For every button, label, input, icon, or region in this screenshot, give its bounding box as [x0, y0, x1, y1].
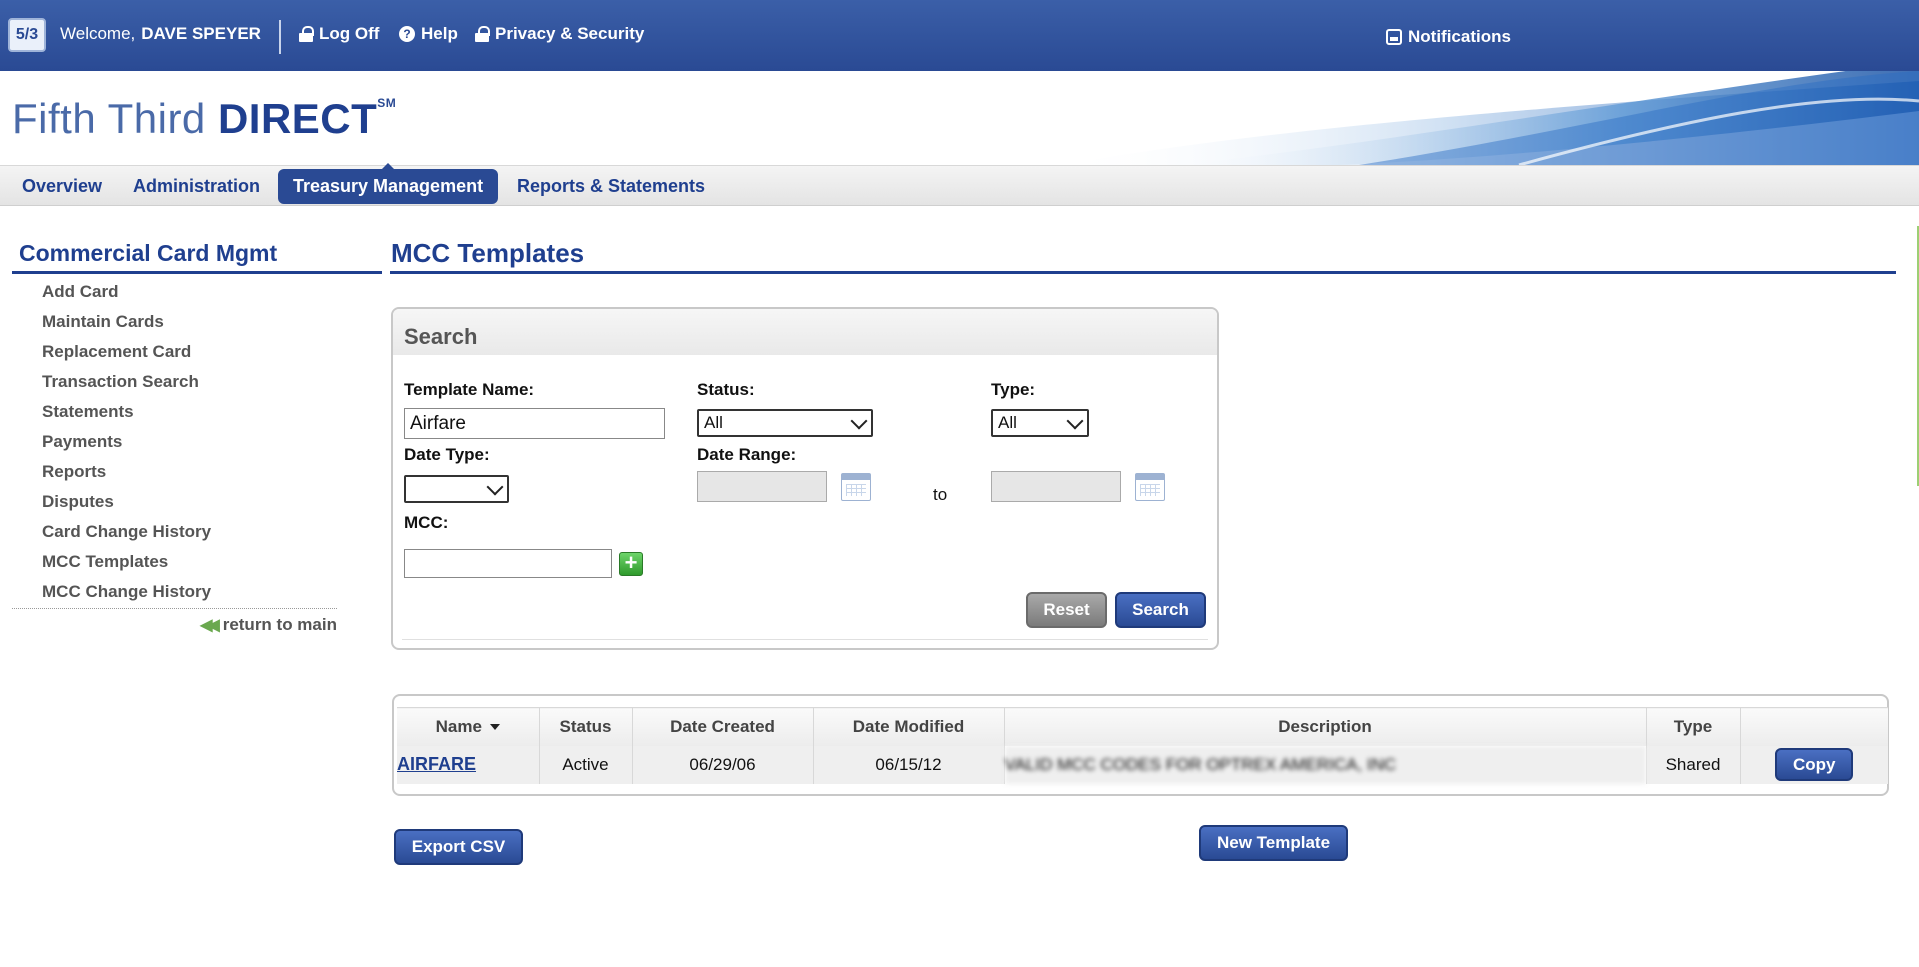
welcome-message: Welcome, DAVE SPEYER: [60, 24, 261, 44]
date-range-label: Date Range:: [697, 445, 797, 464]
sidebar: Commercial Card Mgmt Add Card Maintain C…: [12, 238, 382, 635]
search-panel: Search Template Name: Status: All Type: …: [391, 307, 1219, 650]
sidebar-item-mcc-change-history[interactable]: MCC Change History: [12, 577, 382, 607]
search-button[interactable]: Search: [1115, 592, 1206, 628]
notifications-link[interactable]: Notifications: [1386, 27, 1511, 47]
table-header-row: Name Status Date Created Date Modified D…: [397, 707, 1888, 746]
column-header-date-modified: Date Modified: [813, 707, 1005, 746]
column-header-status: Status: [539, 707, 633, 746]
main-nav: Overview Administration Treasury Managem…: [0, 163, 1919, 206]
lock-icon: [299, 26, 314, 42]
search-panel-heading: Search: [393, 309, 1217, 355]
tab-overview[interactable]: Overview: [7, 169, 117, 204]
add-mcc-plus-icon[interactable]: +: [619, 552, 643, 576]
type-select-value: All: [998, 413, 1017, 432]
logoff-link[interactable]: Log Off: [299, 24, 379, 44]
user-name: DAVE SPEYER: [141, 24, 261, 43]
top-bar-divider: [279, 20, 281, 54]
new-template-button[interactable]: New Template: [1199, 825, 1348, 861]
cell-date-modified: 06/15/12: [813, 745, 1005, 784]
cell-action: Copy: [1740, 745, 1888, 784]
template-name-label: Template Name:: [404, 380, 535, 399]
cell-description: VALID MCC CODES FOR OPTREX AMERICA, INC: [1004, 745, 1647, 784]
sidebar-item-mcc-templates[interactable]: MCC Templates: [12, 547, 382, 577]
sidebar-item-transaction-search[interactable]: Transaction Search: [12, 367, 382, 397]
status-select-value: All: [704, 413, 723, 432]
privacy-label: Privacy & Security: [495, 24, 645, 43]
brand-logo: Fifth Third DIRECTSM: [12, 95, 396, 143]
sidebar-item-maintain-cards[interactable]: Maintain Cards: [12, 307, 382, 337]
column-header-type: Type: [1646, 707, 1741, 746]
template-name-link[interactable]: AIRFARE: [397, 754, 476, 774]
date-from-input[interactable]: [697, 471, 827, 502]
type-select[interactable]: All: [991, 409, 1089, 437]
double-left-arrow-icon: ◀◀: [200, 617, 219, 634]
mcc-label: MCC:: [404, 513, 449, 532]
help-icon: ?: [399, 26, 415, 42]
sidebar-item-disputes[interactable]: Disputes: [12, 487, 382, 517]
top-bar: 5/3 Welcome, DAVE SPEYER Log Off ? Help …: [0, 0, 1919, 71]
column-header-description: Description: [1004, 707, 1647, 746]
return-to-main-link[interactable]: ◀◀ return to main: [12, 609, 337, 635]
calendar-icon[interactable]: [841, 473, 871, 501]
inbox-icon: [1386, 29, 1402, 45]
date-range-to: to: [933, 485, 948, 504]
table-row: AIRFARE Active 06/29/06 06/15/12 VALID M…: [397, 745, 1888, 784]
lock-icon: [475, 26, 490, 42]
cell-name: AIRFARE: [397, 745, 540, 784]
privacy-security-link[interactable]: Privacy & Security: [475, 24, 644, 44]
sidebar-item-replacement-card[interactable]: Replacement Card: [12, 337, 382, 367]
brand-bold-text: DIRECT: [217, 95, 378, 142]
sort-desc-icon: [489, 724, 500, 731]
brand-banner: Fifth Third DIRECTSM: [0, 71, 1919, 165]
date-type-select[interactable]: [404, 475, 509, 503]
cell-date-created: 06/29/06: [632, 745, 814, 784]
tab-reports-statements[interactable]: Reports & Statements: [502, 169, 720, 204]
date-to-input[interactable]: [991, 471, 1121, 502]
type-label: Type:: [991, 380, 1036, 399]
help-link[interactable]: ? Help: [399, 24, 458, 44]
cell-status: Active: [539, 745, 633, 784]
sidebar-item-add-card[interactable]: Add Card: [12, 277, 382, 307]
brand-light-text: Fifth Third: [12, 95, 218, 142]
copy-button[interactable]: Copy: [1775, 748, 1854, 781]
sidebar-item-payments[interactable]: Payments: [12, 427, 382, 457]
return-label: return to main: [222, 615, 337, 634]
sidebar-menu: Add Card Maintain Cards Replacement Card…: [12, 274, 382, 607]
logoff-label: Log Off: [319, 24, 380, 43]
notifications-label: Notifications: [1408, 27, 1511, 46]
status-label: Status:: [697, 380, 755, 399]
calendar-icon[interactable]: [1135, 473, 1165, 501]
page-title: MCC Templates: [390, 238, 1896, 274]
bank-logo-icon[interactable]: 5/3: [8, 18, 46, 52]
tab-treasury-management[interactable]: Treasury Management: [278, 163, 499, 204]
column-header-name[interactable]: Name: [397, 707, 540, 746]
column-header-name-label: Name: [435, 716, 482, 736]
column-header-date-created: Date Created: [632, 707, 814, 746]
mcc-input[interactable]: [404, 549, 612, 578]
search-panel-footer-rule: [402, 639, 1208, 640]
banner-swoosh-graphic: [1059, 71, 1919, 165]
reset-button[interactable]: Reset: [1026, 592, 1107, 628]
template-name-input[interactable]: [404, 408, 665, 439]
sidebar-item-statements[interactable]: Statements: [12, 397, 382, 427]
date-type-label: Date Type:: [404, 445, 490, 464]
sidebar-item-card-change-history[interactable]: Card Change History: [12, 517, 382, 547]
export-csv-button[interactable]: Export CSV: [394, 829, 523, 865]
chevron-down-icon: [486, 478, 504, 496]
chevron-down-icon: [850, 412, 868, 430]
cell-type: Shared: [1646, 745, 1741, 784]
column-header-action: [1740, 707, 1888, 746]
results-table: Name Status Date Created Date Modified D…: [397, 707, 1888, 784]
chevron-down-icon: [1066, 412, 1084, 430]
service-mark: SM: [377, 96, 397, 110]
sidebar-item-reports[interactable]: Reports: [12, 457, 382, 487]
status-select[interactable]: All: [697, 409, 873, 437]
tab-administration[interactable]: Administration: [118, 169, 275, 204]
results-panel: Name Status Date Created Date Modified D…: [392, 694, 1889, 796]
welcome-prefix: Welcome,: [60, 24, 136, 43]
sidebar-title: Commercial Card Mgmt: [12, 238, 382, 274]
help-label: Help: [421, 24, 458, 43]
